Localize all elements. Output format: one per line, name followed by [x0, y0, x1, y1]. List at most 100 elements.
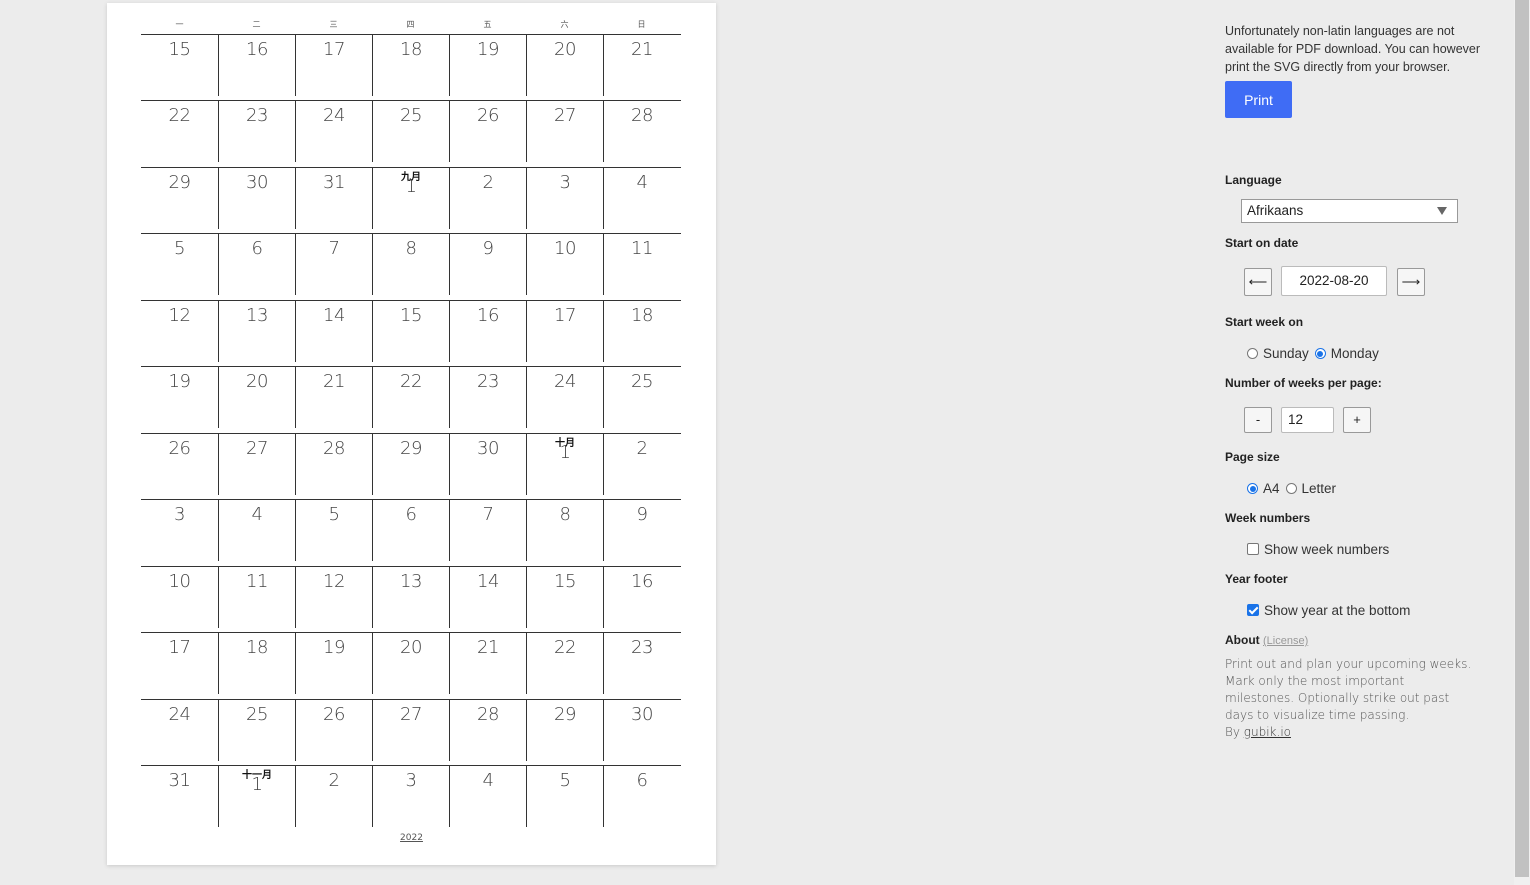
- day-cell: 30: [449, 434, 526, 495]
- day-number: 29: [168, 172, 191, 193]
- day-number: 9: [482, 238, 494, 259]
- week-numbers-option: Show week numbers: [1247, 542, 1395, 557]
- day-cell: 16: [603, 567, 680, 628]
- day-number: 15: [400, 305, 422, 326]
- day-cell: 19: [295, 633, 372, 694]
- about-label: About: [1225, 633, 1260, 647]
- day-cell: 29: [141, 168, 218, 229]
- page-size-label: Page size: [1225, 450, 1280, 464]
- day-number: 1: [405, 176, 417, 197]
- day-number: 30: [246, 172, 268, 193]
- day-number: 28: [477, 704, 499, 725]
- week-row: 22 23 24 25 26 27 28: [141, 100, 681, 167]
- sunday-radio[interactable]: [1247, 348, 1258, 359]
- day-number: 14: [477, 571, 499, 592]
- day-cell: 6: [603, 766, 680, 827]
- day-cell: 27: [218, 434, 295, 495]
- day-cell: 17: [141, 633, 218, 694]
- start-date-label: Start on date: [1225, 236, 1299, 250]
- day-cell: 2: [449, 168, 526, 229]
- sunday-label: Sunday: [1263, 346, 1309, 361]
- scrollbar-thumb[interactable]: [1515, 0, 1529, 877]
- day-cell: 15: [526, 567, 603, 628]
- day-number: 4: [482, 770, 494, 791]
- day-number: 24: [323, 105, 345, 126]
- day-cell: 九月 1: [372, 168, 449, 229]
- week-row: 26 27 28 29 30 十月 1 2: [141, 433, 681, 500]
- day-number: 27: [554, 105, 576, 126]
- day-cell: 19: [449, 35, 526, 96]
- week-row: 5 6 7 8 9 10 11: [141, 233, 681, 300]
- day-cell: 21: [449, 633, 526, 694]
- about-text-block: Print out and plan your upcoming weeks. …: [1225, 656, 1475, 741]
- increase-weeks-button[interactable]: +: [1343, 407, 1371, 433]
- author-link[interactable]: gubik.io: [1244, 725, 1291, 739]
- settings-panel: Unfortunately non-latin languages are no…: [1225, 22, 1485, 739]
- day-number: 10: [554, 238, 576, 259]
- day-cell: 24: [141, 700, 218, 761]
- start-week-options: Sunday Monday: [1247, 346, 1385, 361]
- day-cell: 17: [526, 301, 603, 362]
- day-cell: 7: [449, 500, 526, 561]
- license-link[interactable]: (License): [1263, 635, 1308, 647]
- day-number: 19: [168, 371, 191, 392]
- day-number: 8: [405, 238, 417, 259]
- by-label: By: [1225, 725, 1240, 739]
- day-number: 8: [559, 504, 571, 525]
- day-cell: 10: [141, 567, 218, 628]
- next-date-button[interactable]: ⟶: [1397, 268, 1425, 296]
- day-number: 29: [554, 704, 576, 725]
- day-cell: 3: [372, 766, 449, 827]
- weeks-per-page-label: Number of weeks per page:: [1225, 376, 1382, 390]
- day-number: 1: [559, 442, 571, 463]
- about-description: Print out and plan your upcoming weeks. …: [1225, 657, 1472, 722]
- letter-radio[interactable]: [1285, 483, 1297, 494]
- day-number: 31: [323, 172, 345, 193]
- day-number: 20: [554, 39, 576, 60]
- show-week-numbers-checkbox[interactable]: [1247, 543, 1259, 555]
- day-cell: 29: [372, 434, 449, 495]
- weeks-per-page-input[interactable]: 12: [1281, 407, 1334, 433]
- week-row: 24 25 26 27 28 29 30: [141, 699, 681, 766]
- day-cell: 16: [218, 35, 295, 96]
- day-cell: 14: [449, 567, 526, 628]
- day-number: 24: [554, 371, 576, 392]
- day-cell: 8: [372, 234, 449, 295]
- day-number: 1: [251, 774, 263, 795]
- a4-radio[interactable]: [1247, 483, 1258, 494]
- day-number: 13: [246, 305, 268, 326]
- calendar-page: 一二三四五六日 15 16 17 18 19 20 21 22 23 24 25 26 27 28 29 30…: [107, 3, 716, 865]
- prev-date-button[interactable]: ⟵: [1244, 268, 1272, 296]
- day-number: 5: [328, 504, 340, 525]
- language-select[interactable]: Afrikaans: [1241, 199, 1458, 223]
- day-number: 4: [636, 172, 648, 193]
- day-cell: 十一月 1: [218, 766, 295, 827]
- day-number: 18: [631, 305, 653, 326]
- show-year-checkbox[interactable]: [1247, 604, 1259, 616]
- day-cell: 25: [218, 700, 295, 761]
- monday-radio[interactable]: [1314, 348, 1326, 359]
- day-number: 17: [323, 39, 345, 60]
- day-number: 30: [477, 438, 499, 459]
- day-number: 22: [554, 637, 576, 658]
- day-cell: 6: [218, 234, 295, 295]
- day-number: 22: [168, 105, 191, 126]
- decrease-weeks-button[interactable]: -: [1244, 407, 1272, 433]
- print-button[interactable]: Print: [1225, 81, 1292, 118]
- day-cell: 13: [218, 301, 295, 362]
- day-cell: 22: [372, 367, 449, 428]
- day-number: 11: [246, 571, 268, 592]
- day-number: 14: [323, 305, 345, 326]
- day-number: 30: [631, 704, 653, 725]
- day-number: 13: [400, 571, 422, 592]
- day-number: 19: [323, 637, 345, 658]
- start-date-input[interactable]: 2022-08-20: [1281, 266, 1387, 296]
- day-number: 6: [636, 770, 648, 791]
- day-number: 23: [477, 371, 499, 392]
- day-number: 3: [174, 504, 185, 525]
- day-cell: 27: [372, 700, 449, 761]
- day-cell: 29: [526, 700, 603, 761]
- weekday-header-row: 一二三四五六日: [141, 19, 681, 33]
- day-cell: 23: [603, 633, 680, 694]
- day-number: 6: [405, 504, 417, 525]
